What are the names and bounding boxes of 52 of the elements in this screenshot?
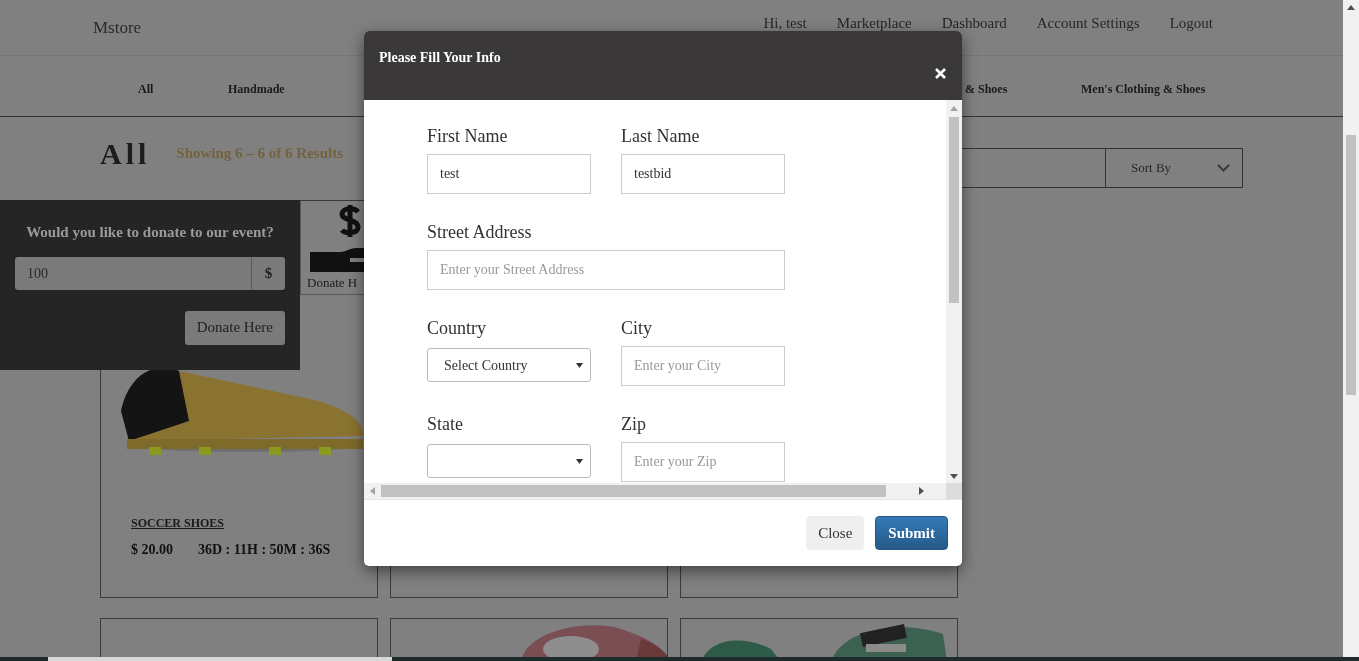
scrollbar-thumb[interactable] bbox=[1346, 135, 1356, 395]
text-input[interactable]: Enter your City bbox=[621, 346, 785, 386]
nav-link[interactable]: Dashboard bbox=[941, 12, 1007, 35]
nav-link[interactable]: Account Settings bbox=[1036, 12, 1140, 35]
close-button[interactable]: Close bbox=[806, 516, 865, 550]
horizontal-scrollbar[interactable] bbox=[364, 483, 946, 499]
nav-link[interactable]: Hi, test bbox=[763, 12, 807, 35]
category-link[interactable]: Handmade bbox=[228, 80, 285, 98]
dropdown-arrow-icon bbox=[576, 458, 583, 464]
submit-button[interactable]: Submit bbox=[875, 516, 948, 550]
select-dropdown[interactable]: Select Country bbox=[427, 348, 591, 382]
vertical-scrollbar[interactable] bbox=[946, 100, 962, 484]
text-input[interactable]: testbid bbox=[621, 154, 785, 194]
category-link[interactable]: Men's Clothing & Shoes bbox=[1081, 80, 1206, 98]
product-name[interactable]: SOCCER SHOES bbox=[131, 514, 225, 532]
text-input[interactable]: test bbox=[427, 154, 591, 194]
product-price: $ 20.00 bbox=[131, 541, 173, 559]
text-input[interactable]: Enter your Zip bbox=[621, 442, 785, 482]
countdown-timer: 36D : 11H : 50M : 36S bbox=[198, 541, 331, 559]
brand-logo[interactable]: Mstore bbox=[93, 14, 142, 41]
modal-title: Please Fill Your Info bbox=[379, 49, 501, 67]
field-label: Country bbox=[427, 318, 487, 338]
field-label: Zip bbox=[621, 414, 647, 434]
field-label: Last Name bbox=[621, 126, 701, 146]
scroll-left-icon[interactable] bbox=[370, 487, 375, 495]
chevron-down-icon bbox=[1217, 164, 1230, 172]
dropdown-arrow-icon bbox=[576, 362, 583, 368]
donate-button[interactable]: Donate Here bbox=[184, 310, 285, 345]
scroll-down-icon[interactable] bbox=[950, 474, 958, 479]
amount-field[interactable]: 100 $ bbox=[15, 256, 285, 290]
field-label: Street Address bbox=[427, 222, 533, 242]
scroll-up-icon[interactable] bbox=[1347, 5, 1355, 10]
sort-dropdown[interactable]: Sort By bbox=[1105, 148, 1243, 188]
scroll-right-icon[interactable] bbox=[919, 487, 924, 495]
field-label: State bbox=[427, 414, 464, 434]
select-dropdown[interactable] bbox=[427, 444, 591, 478]
category-link[interactable]: & Shoes bbox=[965, 80, 1008, 98]
nav-link[interactable]: Marketplace bbox=[836, 12, 912, 35]
page-scrollbar[interactable] bbox=[1343, 0, 1359, 657]
category-link[interactable]: All bbox=[138, 80, 154, 98]
close-icon[interactable] bbox=[935, 68, 946, 79]
scrollbar-thumb[interactable] bbox=[381, 485, 886, 497]
page-heading: All bbox=[100, 135, 151, 172]
text-input[interactable]: Enter your Street Address bbox=[427, 250, 785, 290]
currency-addon: $ bbox=[251, 256, 285, 290]
nav-link[interactable]: Logout bbox=[1169, 12, 1213, 35]
scrollbar-thumb[interactable] bbox=[949, 117, 959, 303]
field-label: City bbox=[621, 318, 653, 338]
results-count: Showing 6 – 6 of 6 Results bbox=[176, 143, 344, 163]
dollar-icon bbox=[339, 204, 361, 238]
donate-label: Donate H bbox=[307, 274, 358, 292]
field-label: First Name bbox=[427, 126, 509, 146]
